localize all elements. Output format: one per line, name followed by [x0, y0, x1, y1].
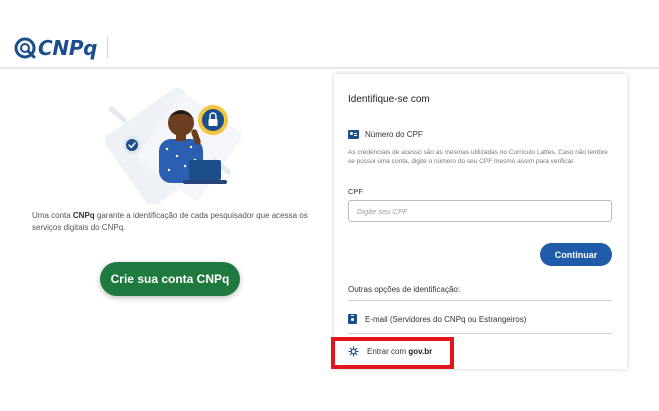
header-divider [107, 36, 108, 58]
check-badge-icon [123, 136, 141, 154]
cpf-field-label: CPF [348, 187, 363, 196]
cpf-option-label: Número do CPF [365, 130, 423, 139]
cpf-input[interactable] [348, 200, 612, 222]
email-option-label: E-mail (Servidores do CNPq ou Estrangeir… [365, 314, 527, 324]
cnpq-logo-mark-icon [14, 37, 36, 59]
page-header: CNPq [0, 0, 659, 69]
govbr-option-label: Entrar com gov.br [367, 347, 433, 356]
cpf-login-option[interactable]: Número do CPF [348, 130, 423, 139]
govbr-icon [348, 346, 359, 357]
cnpq-logo[interactable]: CNPq [14, 36, 98, 60]
divider [348, 333, 612, 334]
other-options-title: Outras opções de identificação: [348, 285, 461, 294]
brand-name: CNPq [38, 36, 98, 60]
brand-highlight: CNPq [72, 211, 95, 220]
login-title: Identifique-se com [348, 94, 430, 105]
lock-badge-icon [198, 105, 228, 135]
intro-text: Uma conta CNPq garante a identificação d… [32, 211, 308, 232]
id-card-icon [348, 130, 359, 139]
researcher-illustration [104, 87, 242, 204]
laptop-icon [183, 160, 227, 184]
continue-button[interactable]: Continuar [540, 243, 612, 266]
divider [348, 300, 612, 301]
govbr-login-option[interactable]: Entrar com gov.br [348, 346, 432, 357]
cpf-help-text: As credenciais de acesso são as mesmas u… [348, 149, 608, 165]
create-account-button[interactable]: Crie sua conta CNPq [100, 262, 240, 296]
email-login-option[interactable]: E-mail (Servidores do CNPq ou Estrangeir… [348, 314, 526, 324]
login-card: Identifique-se com Número do CPF As cred… [334, 74, 627, 369]
badge-icon [348, 314, 357, 324]
